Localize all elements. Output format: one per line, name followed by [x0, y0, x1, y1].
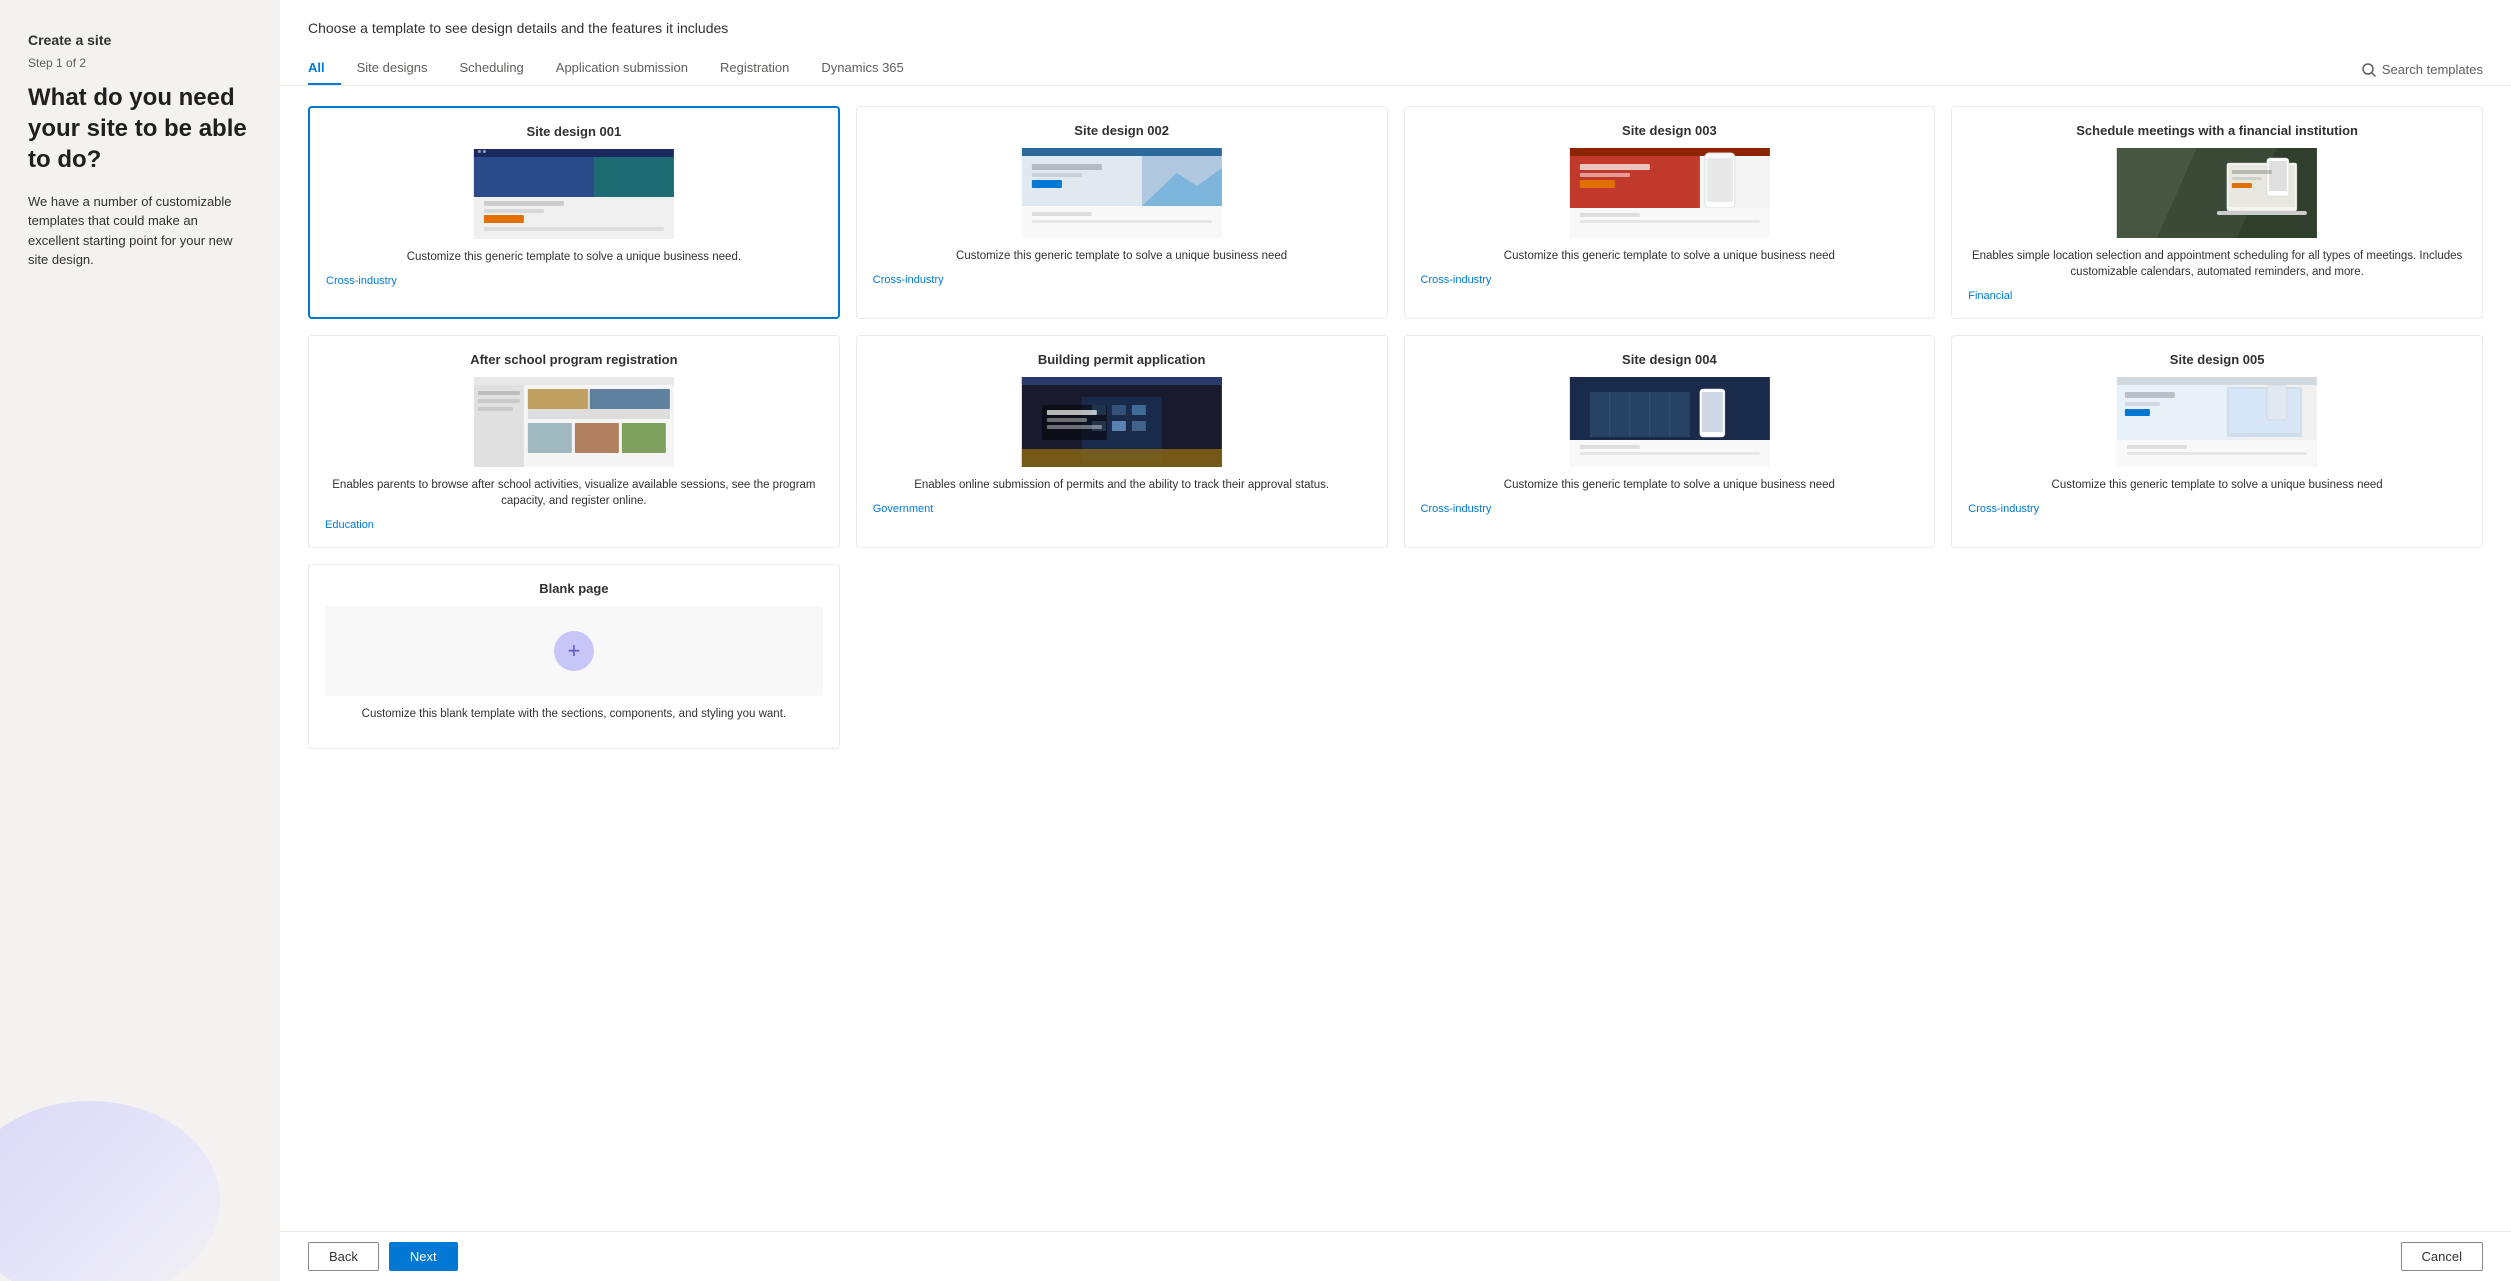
- sidebar-heading: What do you need your site to be able to…: [28, 82, 252, 176]
- template-preview: [326, 149, 822, 239]
- sidebar: Create a site Step 1 of 2 What do you ne…: [0, 0, 280, 1281]
- template-description: Customize this generic template to solve…: [326, 249, 822, 265]
- template-card-blank-page[interactable]: Blank page + Customize this blank templa…: [308, 564, 840, 749]
- template-preview: [1968, 377, 2466, 467]
- blank-page-plus: +: [554, 631, 594, 671]
- template-tag[interactable]: Cross-industry: [1421, 503, 1919, 515]
- tab-application-submission[interactable]: Application submission: [540, 52, 704, 85]
- search-area[interactable]: Search templates: [2362, 62, 2483, 85]
- template-title: Site design 003: [1421, 123, 1919, 138]
- tab-scheduling[interactable]: Scheduling: [443, 52, 539, 85]
- search-placeholder: Search templates: [2382, 62, 2483, 77]
- template-description: Customize this generic template to solve…: [1421, 477, 1919, 493]
- tabs: All Site designs Scheduling Application …: [308, 52, 920, 85]
- next-button[interactable]: Next: [389, 1242, 458, 1271]
- template-tag[interactable]: Cross-industry: [1968, 503, 2466, 515]
- template-tag[interactable]: Financial: [1968, 290, 2466, 302]
- template-description: Customize this generic template to solve…: [1968, 477, 2466, 493]
- tabs-row: All Site designs Scheduling Application …: [308, 52, 2483, 85]
- template-tag[interactable]: Education: [325, 519, 823, 531]
- tab-registration[interactable]: Registration: [704, 52, 805, 85]
- template-description: Customize this generic template to solve…: [1421, 248, 1919, 264]
- template-card-site-design-002[interactable]: Site design 002: [856, 106, 1388, 319]
- template-tag[interactable]: Cross-industry: [326, 275, 822, 287]
- template-tag[interactable]: Cross-industry: [1421, 274, 1919, 286]
- template-description: Customize this blank template with the s…: [325, 706, 823, 722]
- footer: Back Next Cancel: [280, 1231, 2511, 1281]
- template-title: Site design 001: [326, 124, 822, 139]
- tab-dynamics-365[interactable]: Dynamics 365: [805, 52, 919, 85]
- template-preview: +: [325, 606, 823, 696]
- template-title: Building permit application: [873, 352, 1371, 367]
- template-title: Site design 004: [1421, 352, 1919, 367]
- template-preview: [1421, 148, 1919, 238]
- template-description: Enables online submission of permits and…: [873, 477, 1371, 493]
- header-instruction: Choose a template to see design details …: [308, 20, 2483, 36]
- template-grid-container: Site design 001: [280, 86, 2511, 1231]
- app-title: Create a site: [28, 32, 252, 48]
- template-title: Site design 002: [873, 123, 1371, 138]
- template-preview: [325, 377, 823, 467]
- main-header: Choose a template to see design details …: [280, 0, 2511, 86]
- template-tag[interactable]: Cross-industry: [873, 274, 1371, 286]
- sidebar-description: We have a number of customizable templat…: [28, 192, 252, 270]
- template-card-building-permit[interactable]: Building permit application: [856, 335, 1388, 548]
- search-icon: [2362, 63, 2376, 77]
- step-indicator: Step 1 of 2: [28, 56, 252, 70]
- template-tag[interactable]: Government: [873, 503, 1371, 515]
- footer-left: Back Next: [308, 1242, 458, 1271]
- template-grid: Site design 001: [308, 106, 2483, 749]
- template-preview: [1421, 377, 1919, 467]
- template-card-site-design-005[interactable]: Site design 005: [1951, 335, 2483, 548]
- sidebar-decoration: [0, 1101, 220, 1281]
- template-card-after-school[interactable]: After school program registration: [308, 335, 840, 548]
- template-card-site-design-001[interactable]: Site design 001: [308, 106, 840, 319]
- back-button[interactable]: Back: [308, 1242, 379, 1271]
- template-card-site-design-003[interactable]: Site design 003: [1404, 106, 1936, 319]
- template-description: Enables parents to browse after school a…: [325, 477, 823, 509]
- template-card-site-design-004[interactable]: Site design 004: [1404, 335, 1936, 548]
- template-title: Site design 005: [1968, 352, 2466, 367]
- template-title: After school program registration: [325, 352, 823, 367]
- template-card-schedule-meetings[interactable]: Schedule meetings with a financial insti…: [1951, 106, 2483, 319]
- template-description: Customize this generic template to solve…: [873, 248, 1371, 264]
- template-title: Schedule meetings with a financial insti…: [1968, 123, 2466, 138]
- template-title: Blank page: [325, 581, 823, 596]
- template-preview: [873, 148, 1371, 238]
- tab-site-designs[interactable]: Site designs: [341, 52, 444, 85]
- tab-all[interactable]: All: [308, 52, 341, 85]
- template-preview: [1968, 148, 2466, 238]
- main-content: Choose a template to see design details …: [280, 0, 2511, 1281]
- template-description: Enables simple location selection and ap…: [1968, 248, 2466, 280]
- cancel-button[interactable]: Cancel: [2401, 1242, 2483, 1271]
- template-preview: [873, 377, 1371, 467]
